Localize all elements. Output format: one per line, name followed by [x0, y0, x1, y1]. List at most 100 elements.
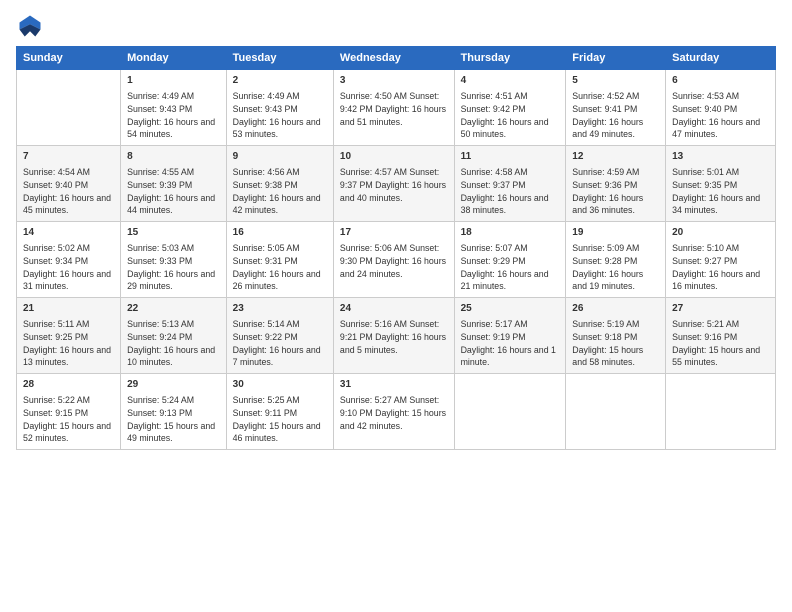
- cell-5-4: 31 Sunrise: 5:27 AM Sunset: 9:10 PM Dayli…: [333, 374, 454, 450]
- day-info: Sunrise: 5:14 AM Sunset: 9:22 PM Dayligh…: [233, 318, 327, 369]
- col-header-friday: Friday: [566, 47, 666, 70]
- cell-2-3: 9 Sunrise: 4:56 AM Sunset: 9:38 PM Daylig…: [226, 146, 333, 222]
- cell-2-2: 8 Sunrise: 4:55 AM Sunset: 9:39 PM Daylig…: [121, 146, 227, 222]
- week-row-1: 1 Sunrise: 4:49 AM Sunset: 9:43 PM Daylig…: [17, 70, 776, 146]
- cell-2-7: 13 Sunrise: 5:01 AM Sunset: 9:35 PM Dayli…: [666, 146, 776, 222]
- day-info: Sunrise: 5:19 AM Sunset: 9:18 PM Dayligh…: [572, 318, 659, 369]
- logo: [16, 12, 48, 40]
- day-number: 13: [672, 150, 769, 164]
- day-number: 26: [572, 302, 659, 316]
- cell-5-6: [566, 374, 666, 450]
- day-number: 7: [23, 150, 114, 164]
- day-info: Sunrise: 4:51 AM Sunset: 9:42 PM Dayligh…: [461, 90, 560, 141]
- day-info: Sunrise: 4:55 AM Sunset: 9:39 PM Dayligh…: [127, 166, 220, 217]
- day-info: Sunrise: 5:06 AM Sunset: 9:30 PM Dayligh…: [340, 242, 448, 280]
- day-info: Sunrise: 5:22 AM Sunset: 9:15 PM Dayligh…: [23, 394, 114, 445]
- day-number: 17: [340, 226, 448, 240]
- day-info: Sunrise: 4:58 AM Sunset: 9:37 PM Dayligh…: [461, 166, 560, 217]
- day-number: 22: [127, 302, 220, 316]
- header-row: SundayMondayTuesdayWednesdayThursdayFrid…: [17, 47, 776, 70]
- day-number: 20: [672, 226, 769, 240]
- cell-2-1: 7 Sunrise: 4:54 AM Sunset: 9:40 PM Daylig…: [17, 146, 121, 222]
- day-number: 2: [233, 74, 327, 88]
- col-header-sunday: Sunday: [17, 47, 121, 70]
- day-info: Sunrise: 5:24 AM Sunset: 9:13 PM Dayligh…: [127, 394, 220, 445]
- week-row-2: 7 Sunrise: 4:54 AM Sunset: 9:40 PM Daylig…: [17, 146, 776, 222]
- day-info: Sunrise: 5:09 AM Sunset: 9:28 PM Dayligh…: [572, 242, 659, 293]
- cell-2-6: 12 Sunrise: 4:59 AM Sunset: 9:36 PM Dayli…: [566, 146, 666, 222]
- cell-5-3: 30 Sunrise: 5:25 AM Sunset: 9:11 PM Dayli…: [226, 374, 333, 450]
- day-number: 29: [127, 378, 220, 392]
- day-number: 23: [233, 302, 327, 316]
- day-number: 21: [23, 302, 114, 316]
- cell-4-6: 26 Sunrise: 5:19 AM Sunset: 9:18 PM Dayli…: [566, 298, 666, 374]
- day-info: Sunrise: 4:57 AM Sunset: 9:37 PM Dayligh…: [340, 166, 448, 204]
- day-info: Sunrise: 4:56 AM Sunset: 9:38 PM Dayligh…: [233, 166, 327, 217]
- day-info: Sunrise: 5:02 AM Sunset: 9:34 PM Dayligh…: [23, 242, 114, 293]
- cell-5-5: [454, 374, 566, 450]
- day-info: Sunrise: 5:16 AM Sunset: 9:21 PM Dayligh…: [340, 318, 448, 356]
- day-info: Sunrise: 5:10 AM Sunset: 9:27 PM Dayligh…: [672, 242, 769, 293]
- day-info: Sunrise: 5:07 AM Sunset: 9:29 PM Dayligh…: [461, 242, 560, 293]
- day-info: Sunrise: 5:01 AM Sunset: 9:35 PM Dayligh…: [672, 166, 769, 217]
- day-number: 9: [233, 150, 327, 164]
- col-header-saturday: Saturday: [666, 47, 776, 70]
- cell-1-3: 2 Sunrise: 4:49 AM Sunset: 9:43 PM Daylig…: [226, 70, 333, 146]
- cell-3-4: 17 Sunrise: 5:06 AM Sunset: 9:30 PM Dayli…: [333, 222, 454, 298]
- day-number: 27: [672, 302, 769, 316]
- cell-3-7: 20 Sunrise: 5:10 AM Sunset: 9:27 PM Dayli…: [666, 222, 776, 298]
- cell-3-1: 14 Sunrise: 5:02 AM Sunset: 9:34 PM Dayli…: [17, 222, 121, 298]
- day-number: 5: [572, 74, 659, 88]
- page: SundayMondayTuesdayWednesdayThursdayFrid…: [0, 0, 792, 612]
- cell-2-5: 11 Sunrise: 4:58 AM Sunset: 9:37 PM Dayli…: [454, 146, 566, 222]
- col-header-wednesday: Wednesday: [333, 47, 454, 70]
- day-number: 8: [127, 150, 220, 164]
- day-number: 11: [461, 150, 560, 164]
- day-number: 31: [340, 378, 448, 392]
- cell-4-4: 24 Sunrise: 5:16 AM Sunset: 9:21 PM Dayli…: [333, 298, 454, 374]
- cell-3-2: 15 Sunrise: 5:03 AM Sunset: 9:33 PM Dayli…: [121, 222, 227, 298]
- cell-4-5: 25Sunrise: 5:17 AM Sunset: 9:19 PM Dayli…: [454, 298, 566, 374]
- day-number: 19: [572, 226, 659, 240]
- day-info: Sunrise: 4:50 AM Sunset: 9:42 PM Dayligh…: [340, 90, 448, 128]
- cell-5-2: 29 Sunrise: 5:24 AM Sunset: 9:13 PM Dayli…: [121, 374, 227, 450]
- day-info: Sunrise: 5:03 AM Sunset: 9:33 PM Dayligh…: [127, 242, 220, 293]
- day-number: 16: [233, 226, 327, 240]
- day-info: Sunrise: 4:59 AM Sunset: 9:36 PM Dayligh…: [572, 166, 659, 217]
- day-info: Sunrise: 4:49 AM Sunset: 9:43 PM Dayligh…: [127, 90, 220, 141]
- cell-1-5: 4 Sunrise: 4:51 AM Sunset: 9:42 PM Daylig…: [454, 70, 566, 146]
- day-number: 4: [461, 74, 560, 88]
- calendar-table: SundayMondayTuesdayWednesdayThursdayFrid…: [16, 46, 776, 450]
- cell-3-3: 16Sunrise: 5:05 AM Sunset: 9:31 PM Dayli…: [226, 222, 333, 298]
- cell-1-4: 3 Sunrise: 4:50 AM Sunset: 9:42 PM Daylig…: [333, 70, 454, 146]
- day-number: 15: [127, 226, 220, 240]
- cell-4-7: 27Sunrise: 5:21 AM Sunset: 9:16 PM Dayli…: [666, 298, 776, 374]
- week-row-4: 21 Sunrise: 5:11 AM Sunset: 9:25 PM Dayli…: [17, 298, 776, 374]
- day-number: 24: [340, 302, 448, 316]
- cell-3-5: 18Sunrise: 5:07 AM Sunset: 9:29 PM Dayli…: [454, 222, 566, 298]
- cell-5-7: [666, 374, 776, 450]
- day-info: Sunrise: 5:13 AM Sunset: 9:24 PM Dayligh…: [127, 318, 220, 369]
- cell-1-7: 6Sunrise: 4:53 AM Sunset: 9:40 PM Daylig…: [666, 70, 776, 146]
- col-header-monday: Monday: [121, 47, 227, 70]
- day-number: 14: [23, 226, 114, 240]
- day-info: Sunrise: 4:53 AM Sunset: 9:40 PM Dayligh…: [672, 90, 769, 141]
- day-info: Sunrise: 4:49 AM Sunset: 9:43 PM Dayligh…: [233, 90, 327, 141]
- day-number: 1: [127, 74, 220, 88]
- week-row-5: 28 Sunrise: 5:22 AM Sunset: 9:15 PM Dayli…: [17, 374, 776, 450]
- day-number: 30: [233, 378, 327, 392]
- day-number: 3: [340, 74, 448, 88]
- day-info: Sunrise: 5:27 AM Sunset: 9:10 PM Dayligh…: [340, 394, 448, 432]
- cell-1-2: 1 Sunrise: 4:49 AM Sunset: 9:43 PM Daylig…: [121, 70, 227, 146]
- day-number: 12: [572, 150, 659, 164]
- col-header-tuesday: Tuesday: [226, 47, 333, 70]
- cell-3-6: 19 Sunrise: 5:09 AM Sunset: 9:28 PM Dayli…: [566, 222, 666, 298]
- day-number: 28: [23, 378, 114, 392]
- cell-4-2: 22 Sunrise: 5:13 AM Sunset: 9:24 PM Dayli…: [121, 298, 227, 374]
- day-info: Sunrise: 5:25 AM Sunset: 9:11 PM Dayligh…: [233, 394, 327, 445]
- day-info: Sunrise: 5:11 AM Sunset: 9:25 PM Dayligh…: [23, 318, 114, 369]
- week-row-3: 14 Sunrise: 5:02 AM Sunset: 9:34 PM Dayli…: [17, 222, 776, 298]
- cell-5-1: 28 Sunrise: 5:22 AM Sunset: 9:15 PM Dayli…: [17, 374, 121, 450]
- day-info: Sunrise: 4:54 AM Sunset: 9:40 PM Dayligh…: [23, 166, 114, 217]
- cell-2-4: 10Sunrise: 4:57 AM Sunset: 9:37 PM Dayli…: [333, 146, 454, 222]
